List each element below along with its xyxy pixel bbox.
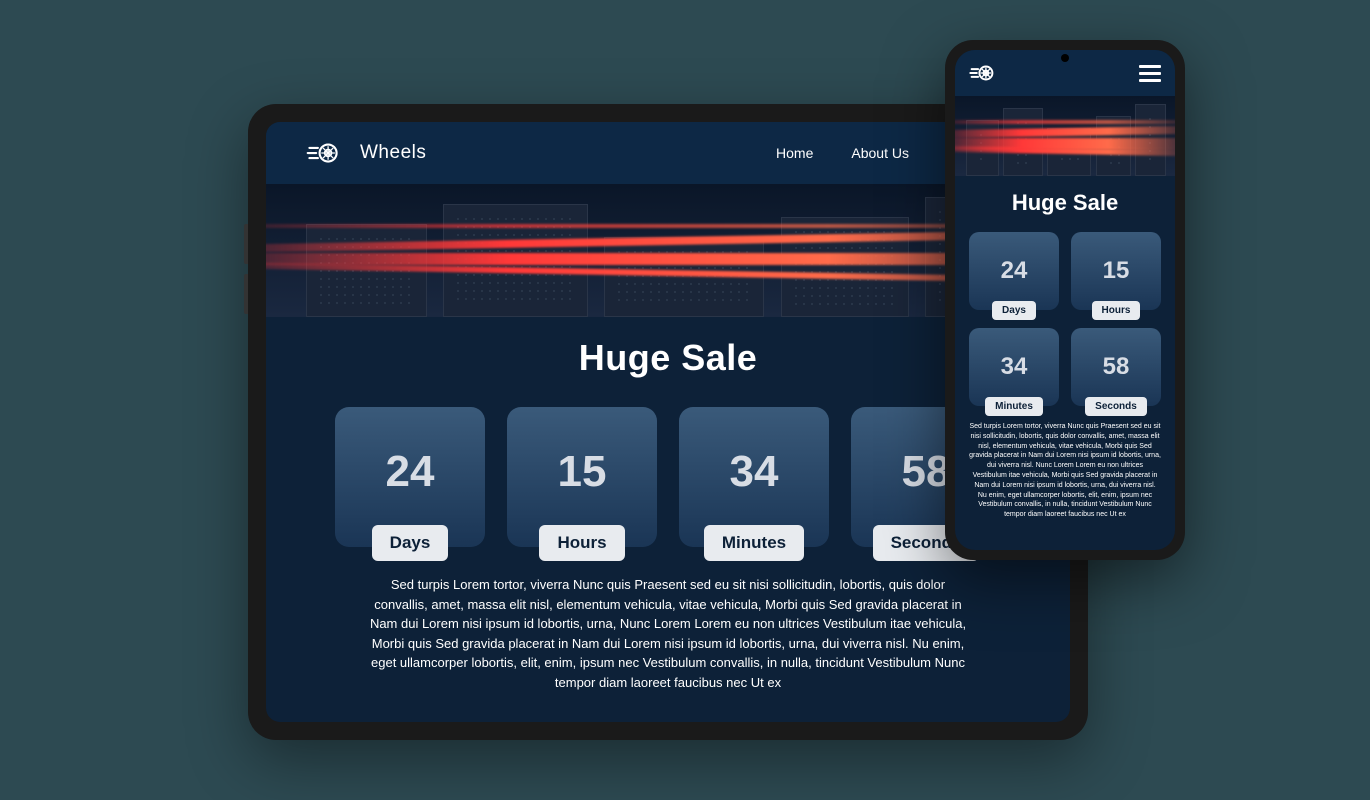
hours-label: Hours [539, 525, 624, 561]
brand-name: Wheels [360, 142, 426, 164]
countdown-minutes: 34 Minutes [679, 407, 829, 547]
phone-countdown-timer: 24 Days 15 Hours 34 Minutes 58 Seconds [969, 232, 1161, 406]
phone-hours-value: 15 [1103, 257, 1130, 285]
wheel-logo-icon [306, 136, 340, 170]
phone-minutes-label: Minutes [985, 397, 1043, 416]
phone-countdown-seconds: 58 Seconds [1071, 328, 1161, 406]
phone-days-label: Days [992, 301, 1036, 320]
countdown-hours: 15 Hours [507, 407, 657, 547]
hamburger-menu-icon[interactable] [1139, 65, 1161, 82]
phone-days-value: 24 [1001, 257, 1028, 285]
phone-countdown-hours: 15 Hours [1071, 232, 1161, 310]
phone-minutes-value: 34 [1001, 353, 1028, 381]
phone-countdown-days: 24 Days [969, 232, 1059, 310]
phone-countdown-minutes: 34 Minutes [969, 328, 1059, 406]
countdown-days: 24 Days [335, 407, 485, 547]
seconds-value: 58 [902, 447, 951, 497]
phone-hero-image [955, 96, 1175, 176]
minutes-label: Minutes [704, 525, 804, 561]
phone-screen: Huge Sale 24 Days 15 Hours 34 Minutes 58… [955, 50, 1175, 550]
wheel-logo-icon [969, 60, 995, 86]
phone-seconds-value: 58 [1103, 353, 1130, 381]
nav-link-about[interactable]: About Us [851, 145, 909, 161]
phone-device: Huge Sale 24 Days 15 Hours 34 Minutes 58… [945, 40, 1185, 560]
minutes-value: 34 [730, 447, 779, 497]
phone-sale-description: Sed turpis Lorem tortor, viverra Nunc qu… [969, 422, 1161, 520]
days-label: Days [372, 525, 449, 561]
phone-content: Huge Sale 24 Days 15 Hours 34 Minutes 58… [955, 176, 1175, 550]
phone-sale-heading: Huge Sale [969, 190, 1161, 216]
sale-heading: Huge Sale [306, 337, 1030, 379]
days-value: 24 [386, 447, 435, 497]
hours-value: 15 [558, 447, 607, 497]
phone-seconds-label: Seconds [1085, 397, 1147, 416]
phone-camera-icon [1061, 54, 1069, 62]
phone-hours-label: Hours [1092, 301, 1141, 320]
nav-link-home[interactable]: Home [776, 145, 813, 161]
sale-description: Sed turpis Lorem tortor, viverra Nunc qu… [368, 575, 968, 692]
countdown-timer: 24 Days 15 Hours 34 Minutes 58 Seconds [306, 407, 1030, 547]
